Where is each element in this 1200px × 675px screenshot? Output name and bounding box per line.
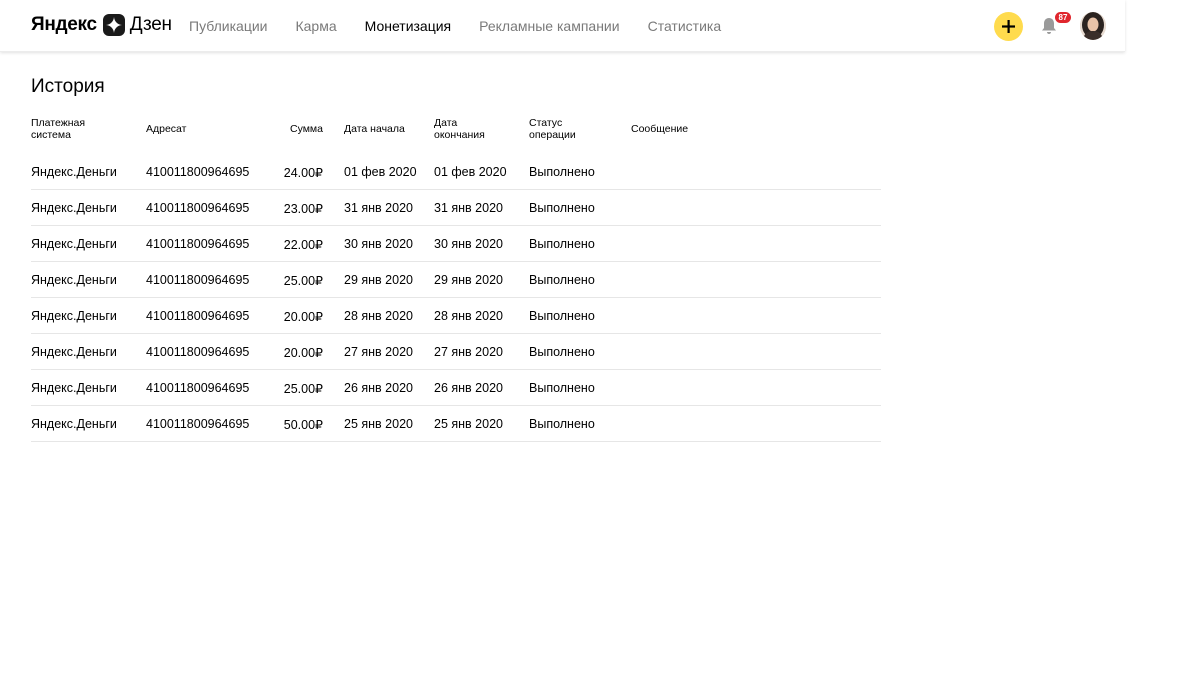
table-row: Яндекс.Деньги 410011800964695 22.00₽ 30 …	[31, 226, 881, 262]
cell-status: Выполнено	[529, 381, 595, 395]
cell-payment-system: Яндекс.Деньги	[31, 381, 117, 395]
cell-recipient: 410011800964695	[146, 417, 250, 431]
cell-start-date: 26 янв 2020	[344, 381, 413, 395]
column-header-start-date: Дата начала	[344, 123, 405, 135]
zen-star-icon	[102, 14, 125, 36]
cell-start-date: 30 янв 2020	[344, 237, 413, 251]
cell-sum: 25.00₽	[283, 274, 323, 288]
logo-text-zen: Дзен	[129, 14, 172, 35]
cell-status: Выполнено	[529, 417, 595, 431]
cell-recipient: 410011800964695	[146, 237, 250, 251]
cell-sum: 20.00₽	[283, 346, 323, 360]
cell-status: Выполнено	[529, 345, 595, 359]
user-avatar[interactable]	[1080, 12, 1106, 40]
cell-recipient: 410011800964695	[146, 309, 250, 323]
main-nav: Публикации Карма Монетизация Рекламные к…	[189, 0, 749, 52]
cell-sum: 20.00₽	[283, 310, 323, 324]
table-row: Яндекс.Деньги 410011800964695 24.00₽ 01 …	[31, 154, 881, 190]
cell-sum: 50.00₽	[283, 418, 323, 432]
cell-end-date: 28 янв 2020	[434, 309, 503, 323]
table-row: Яндекс.Деньги 410011800964695 25.00₽ 26 …	[31, 370, 881, 406]
table-row: Яндекс.Деньги 410011800964695 20.00₽ 28 …	[31, 298, 881, 334]
cell-payment-system: Яндекс.Деньги	[31, 237, 117, 251]
table-row: Яндекс.Деньги 410011800964695 50.00₽ 25 …	[31, 406, 881, 442]
column-header-sum: Сумма	[290, 123, 323, 135]
add-publication-button[interactable]	[994, 12, 1023, 41]
column-header-status: Статус операции	[529, 117, 576, 141]
cell-recipient: 410011800964695	[146, 165, 250, 179]
nav-item-statistics[interactable]: Статистика	[648, 18, 722, 34]
history-table: Платежная система Адресат Сумма Дата нач…	[31, 112, 881, 442]
cell-start-date: 27 янв 2020	[344, 345, 413, 359]
table-row: Яндекс.Деньги 410011800964695 23.00₽ 31 …	[31, 190, 881, 226]
cell-start-date: 01 фев 2020	[344, 165, 417, 179]
column-header-end-date: Дата окончания	[434, 117, 485, 141]
cell-end-date: 29 янв 2020	[434, 273, 503, 287]
cell-payment-system: Яндекс.Деньги	[31, 273, 117, 287]
cell-start-date: 31 янв 2020	[344, 201, 413, 215]
plus-icon	[1002, 20, 1015, 33]
logo-text-yandex: Яндекс	[31, 14, 97, 35]
cell-recipient: 410011800964695	[146, 201, 250, 215]
cell-end-date: 30 янв 2020	[434, 237, 503, 251]
cell-end-date: 26 янв 2020	[434, 381, 503, 395]
page-title: История	[31, 76, 105, 97]
column-header-recipient: Адресат	[146, 123, 187, 135]
cell-sum: 24.00₽	[283, 166, 323, 180]
top-header: Яндекс Дзен Публикации Карма Монетизация…	[0, 0, 1125, 52]
nav-item-ad-campaigns[interactable]: Рекламные кампании	[479, 18, 619, 34]
cell-payment-system: Яндекс.Деньги	[31, 345, 117, 359]
page: Яндекс Дзен Публикации Карма Монетизация…	[0, 0, 1200, 675]
cell-sum: 22.00₽	[283, 238, 323, 252]
cell-start-date: 29 янв 2020	[344, 273, 413, 287]
cell-payment-system: Яндекс.Деньги	[31, 165, 117, 179]
notification-count-badge: 87	[1055, 12, 1071, 23]
cell-start-date: 25 янв 2020	[344, 417, 413, 431]
cell-end-date: 31 янв 2020	[434, 201, 503, 215]
cell-recipient: 410011800964695	[146, 273, 250, 287]
table-row: Яндекс.Деньги 410011800964695 20.00₽ 27 …	[31, 334, 881, 370]
table-header: Платежная система Адресат Сумма Дата нач…	[31, 112, 881, 154]
cell-status: Выполнено	[529, 165, 595, 179]
cell-payment-system: Яндекс.Деньги	[31, 309, 117, 323]
cell-status: Выполнено	[529, 309, 595, 323]
cell-end-date: 25 янв 2020	[434, 417, 503, 431]
cell-status: Выполнено	[529, 273, 595, 287]
nav-item-publications[interactable]: Публикации	[189, 18, 267, 34]
cell-status: Выполнено	[529, 201, 595, 215]
cell-start-date: 28 янв 2020	[344, 309, 413, 323]
cell-sum: 25.00₽	[283, 382, 323, 396]
nav-item-monetization[interactable]: Монетизация	[365, 18, 452, 34]
column-header-message: Сообщение	[631, 123, 689, 135]
cell-status: Выполнено	[529, 237, 595, 251]
yandex-zen-logo[interactable]: Яндекс Дзен	[31, 13, 172, 37]
cell-end-date: 01 фев 2020	[434, 165, 507, 179]
column-header-payment-system: Платежная система	[31, 117, 86, 141]
nav-item-karma[interactable]: Карма	[295, 18, 336, 34]
cell-payment-system: Яндекс.Деньги	[31, 417, 117, 431]
table-row: Яндекс.Деньги 410011800964695 25.00₽ 29 …	[31, 262, 881, 298]
cell-sum: 23.00₽	[283, 202, 323, 216]
cell-end-date: 27 янв 2020	[434, 345, 503, 359]
cell-payment-system: Яндекс.Деньги	[31, 201, 117, 215]
cell-recipient: 410011800964695	[146, 381, 250, 395]
cell-recipient: 410011800964695	[146, 345, 250, 359]
